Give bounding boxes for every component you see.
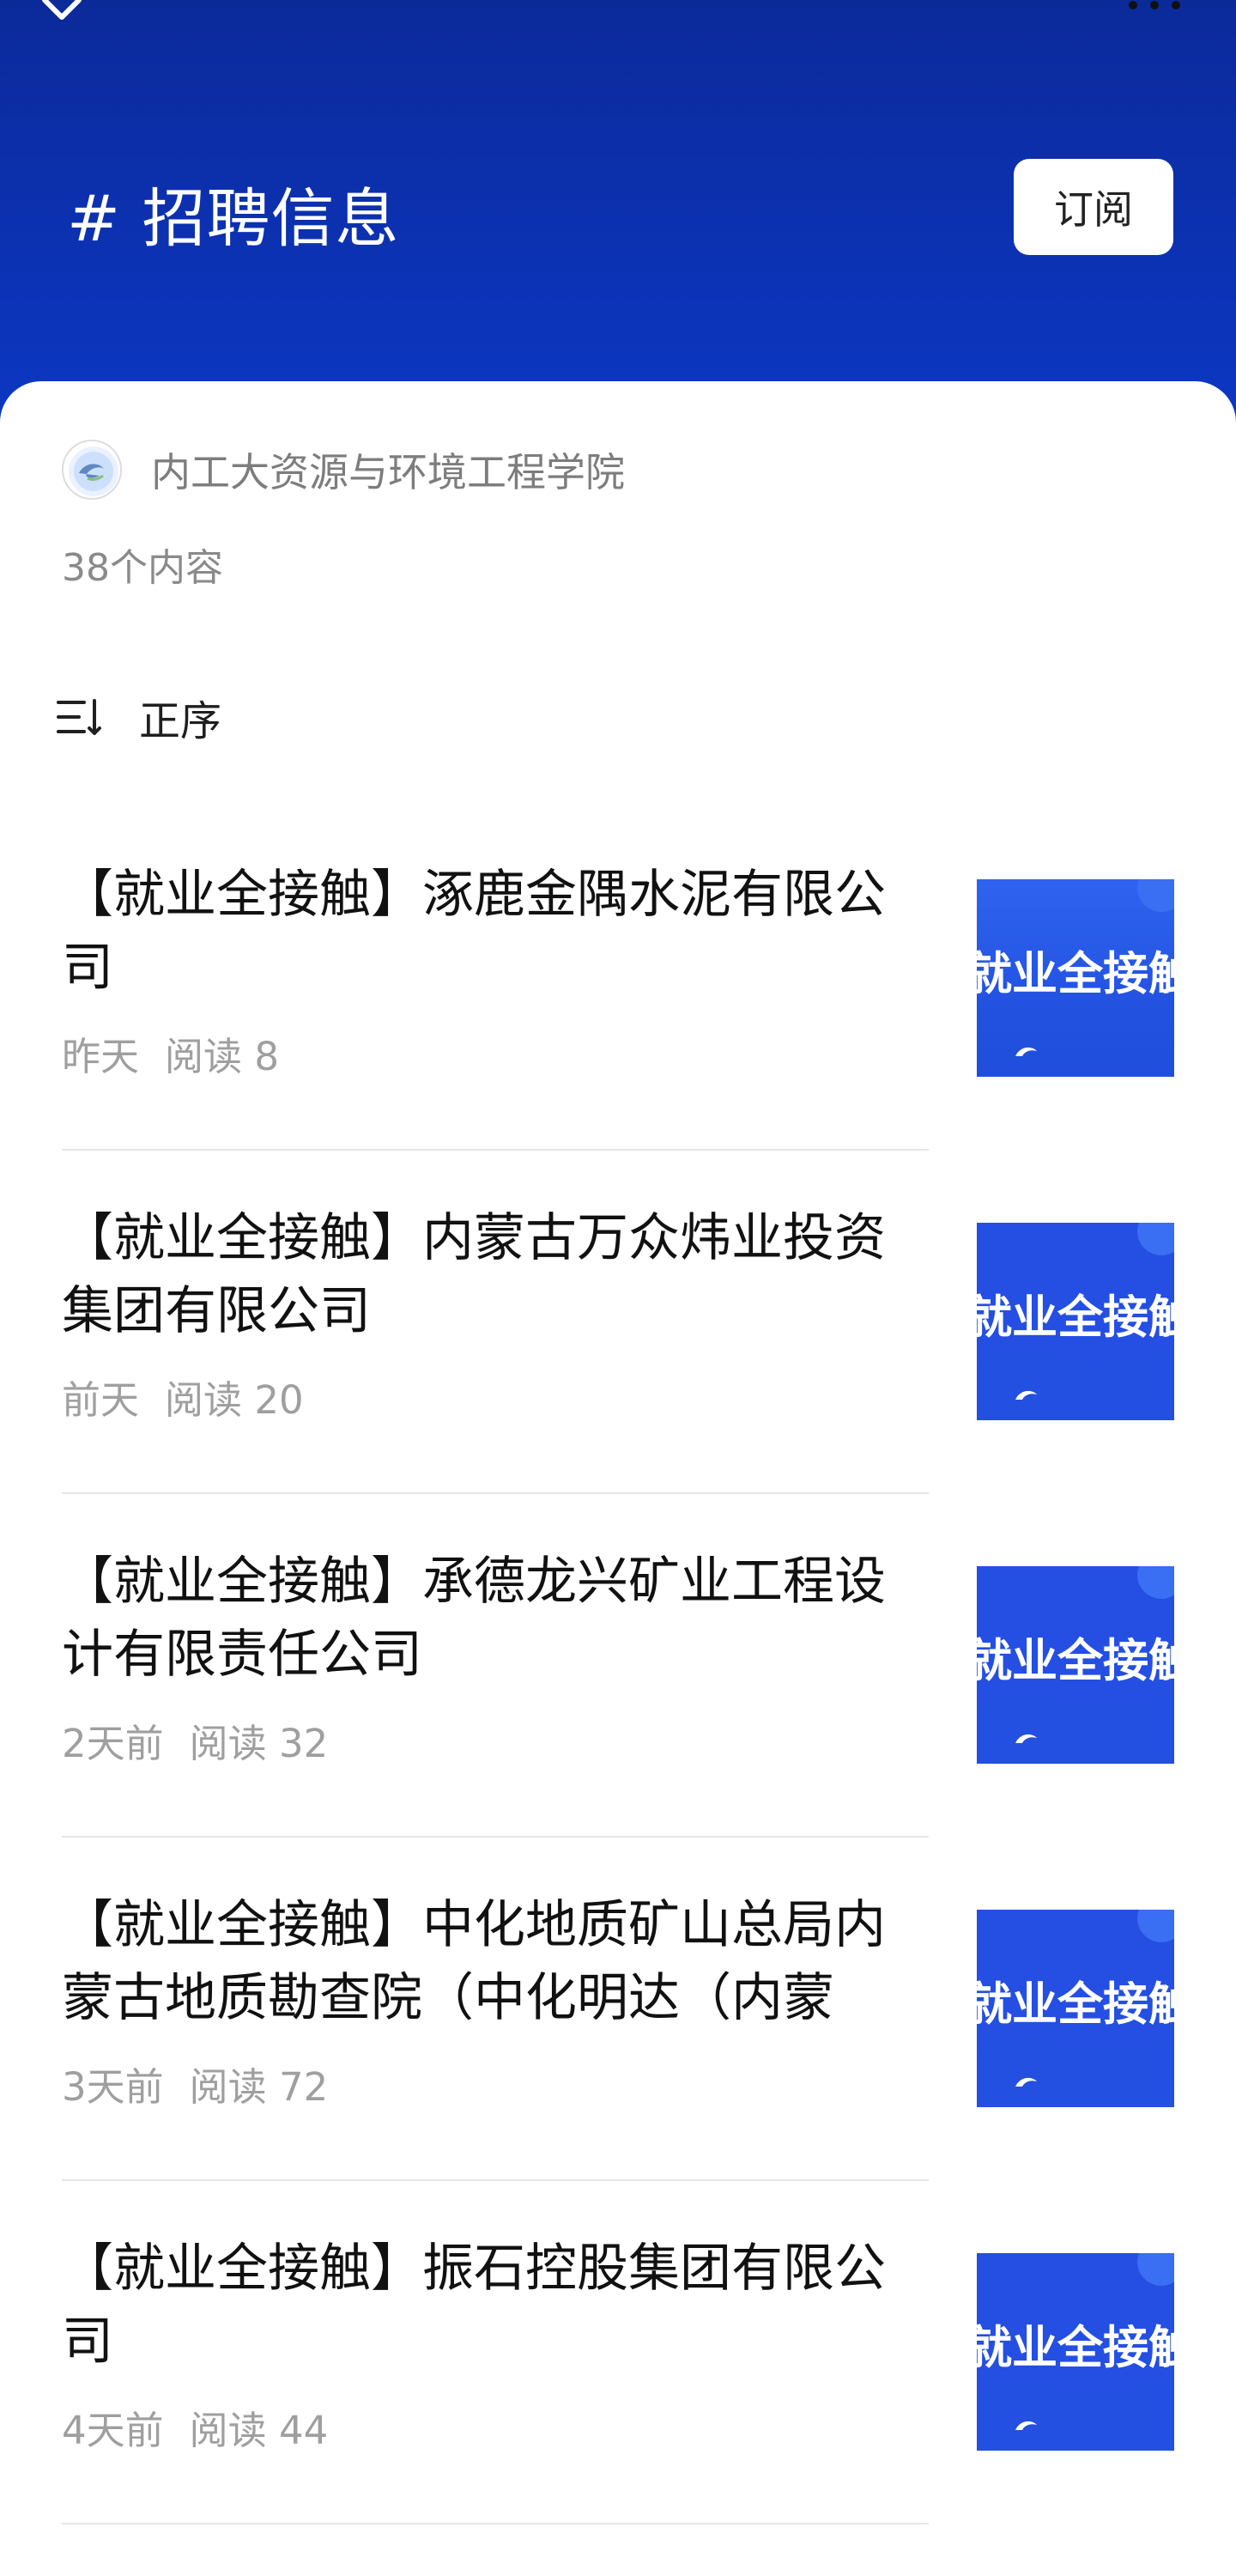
content-count: 38个内容 — [62, 546, 223, 590]
article-thumbnail[interactable]: 就业全接触 — [977, 879, 1174, 1077]
publisher-logo — [62, 440, 122, 500]
article-time: 4天前 — [62, 2408, 164, 2453]
article-meta: 3天前 阅读 72 — [62, 2056, 929, 2111]
article-meta: 前天 阅读 20 — [62, 1369, 929, 1425]
more-icon[interactable] — [1124, 0, 1184, 10]
article-meta: 2天前 阅读 32 — [62, 1712, 929, 1768]
article-item-2[interactable]: 【就业全接触】内蒙古万众炜业投资集团有限公司 前天 阅读 20 就业全接触 — [62, 1202, 1174, 1546]
article-title: 【就业全接触】中化地质矿山总局内蒙古地质勘查院（中化明达（内蒙 — [62, 1895, 886, 2028]
article-reads: 阅读 72 — [189, 2064, 329, 2110]
article-time: 2天前 — [62, 1721, 164, 1766]
divider — [62, 1149, 929, 1151]
divider — [62, 2523, 929, 2524]
publisher-row[interactable]: 内工大资源与环境工程学院 — [62, 440, 625, 500]
article-title: 【就业全接触】承德龙兴矿业工程设计有限责任公司 — [62, 1552, 886, 1685]
svg-text:就业全接触: 就业全接触 — [977, 1978, 1174, 2031]
close-icon[interactable] — [36, 0, 88, 26]
divider — [62, 1492, 929, 1494]
article-title: 【就业全接触】涿鹿金隅水泥有限公司 — [62, 865, 886, 998]
article-time: 前天 — [62, 1377, 140, 1423]
article-reads: 阅读 20 — [165, 1377, 304, 1423]
divider — [62, 2179, 929, 2181]
article-title: 【就业全接触】内蒙古万众炜业投资集团有限公司 — [62, 1208, 886, 1341]
sort-icon — [57, 699, 101, 735]
article-thumbnail[interactable]: 就业全接触 — [977, 1223, 1174, 1420]
svg-text:就业全接触: 就业全接触 — [977, 2322, 1174, 2374]
svg-text:就业全接触: 就业全接触 — [977, 1291, 1174, 1344]
article-meta: 昨天 阅读 8 — [62, 1025, 929, 1081]
article-item-5[interactable]: 【就业全接触】振石控股集团有限公司 4天前 阅读 44 就业全接触 — [62, 2233, 1174, 2576]
article-text: 【就业全接触】内蒙古万众炜业投资集团有限公司 前天 阅读 20 — [62, 1202, 929, 1425]
article-item-4[interactable]: 【就业全接触】中化地质矿山总局内蒙古地质勘查院（中化明达（内蒙 3天前 阅读 7… — [62, 1889, 1174, 2233]
article-time: 3天前 — [62, 2064, 164, 2110]
svg-text:就业全接触: 就业全接触 — [977, 948, 1174, 1000]
article-thumbnail[interactable]: 就业全接触 — [977, 1566, 1174, 1764]
article-reads: 阅读 8 — [165, 1034, 279, 1079]
publisher-name: 内工大资源与环境工程学院 — [151, 449, 625, 495]
article-text: 【就业全接触】中化地质矿山总局内蒙古地质勘查院（中化明达（内蒙 3天前 阅读 7… — [62, 1889, 929, 2111]
article-meta: 4天前 阅读 44 — [62, 2399, 929, 2455]
article-reads: 阅读 32 — [189, 1721, 329, 1766]
article-thumbnail[interactable]: 就业全接触 — [977, 2253, 1174, 2451]
article-title: 【就业全接触】振石控股集团有限公司 — [62, 2239, 886, 2372]
article-time: 昨天 — [62, 1034, 140, 1079]
article-list: 【就业全接触】涿鹿金隅水泥有限公司 昨天 阅读 8 就业全接触 【就业全接触】内… — [62, 859, 1174, 2576]
sort-label: 正序 — [139, 697, 222, 745]
divider — [62, 1836, 929, 1838]
svg-text:就业全接触: 就业全接触 — [977, 1635, 1174, 1687]
article-thumbnail[interactable]: 就业全接触 — [977, 1910, 1174, 2107]
article-reads: 阅读 44 — [189, 2408, 329, 2453]
page-title: # 招聘信息 — [67, 182, 400, 256]
article-text: 【就业全接触】振石控股集团有限公司 4天前 阅读 44 — [62, 2233, 929, 2455]
article-item-3[interactable]: 【就业全接触】承德龙兴矿业工程设计有限责任公司 2天前 阅读 32 就业全接触 — [62, 1546, 1174, 1889]
article-text: 【就业全接触】承德龙兴矿业工程设计有限责任公司 2天前 阅读 32 — [62, 1546, 929, 1768]
article-text: 【就业全接触】涿鹿金隅水泥有限公司 昨天 阅读 8 — [62, 859, 929, 1081]
article-item-1[interactable]: 【就业全接触】涿鹿金隅水泥有限公司 昨天 阅读 8 就业全接触 — [62, 859, 1174, 1202]
subscribe-button[interactable]: 订阅 — [1014, 159, 1173, 255]
sort-toggle[interactable]: 正序 — [55, 687, 221, 747]
